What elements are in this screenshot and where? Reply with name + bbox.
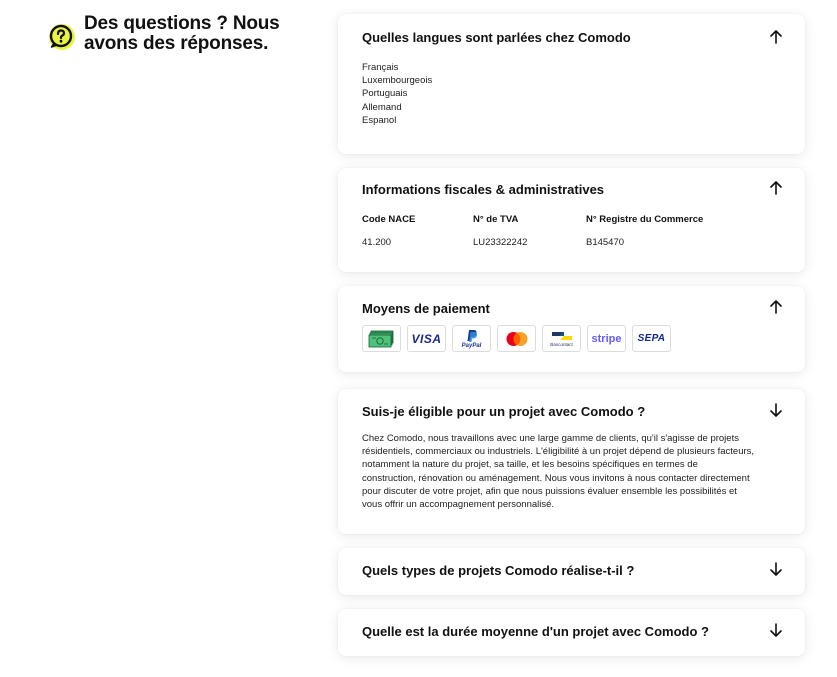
faq-item-payment: Moyens de paiement VISA PayPal Bancontac… [338,286,805,372]
fiscal-label: N° de TVA [473,214,519,225]
faq-question-fiscal[interactable]: Informations fiscales & administratives [362,182,604,197]
faq-question-duration[interactable]: Quelle est la durée moyenne d'un projet … [362,624,709,639]
sepa-logo-text: SEPA [637,333,666,344]
arrow-down-icon[interactable] [769,622,783,638]
arrow-up-icon[interactable] [769,29,783,45]
fiscal-value: B145470 [586,237,625,248]
visa-logo: VISA [407,325,446,352]
list-item: Espanol [362,114,397,126]
mastercard-logo [497,325,536,352]
bancontact-logo-text: Bancontact [550,342,573,347]
answer-line: notamment la nature du projet, sa taille… [362,459,698,471]
fiscal-label: Code NACE [362,214,416,225]
answer-line: Chez Comodo, nous travaillons avec une l… [362,433,739,444]
list-item: Luxembourgeois [362,75,433,87]
list-item: Français [362,62,399,73]
sepa-logo: SEPA [632,325,671,352]
fiscal-label: N° Registre du Commerce [586,214,704,225]
fiscal-value: LU23322242 [473,237,528,248]
stripe-logo: stripe [587,325,626,352]
list-item: Allemand [362,101,402,113]
faq-question-payment[interactable]: Moyens de paiement [362,301,490,316]
faq-item-duration[interactable]: Quelle est la durée moyenne d'un projet … [338,609,805,656]
faq-item-types[interactable]: Quels types de projets Comodo réalise-t-… [338,548,805,595]
arrow-down-icon[interactable] [769,561,783,577]
answer-line: construction, rénovation ou aménagement.… [362,472,750,484]
paypal-logo: PayPal [452,325,491,352]
answer-line: vous offrir un accompagnement personnali… [362,499,555,511]
bancontact-logo: Bancontact [542,325,581,352]
page-title-line-2: avons des réponses. [84,33,269,54]
faq-question-languages[interactable]: Quelles langues sont parlées chez Comodo [362,30,631,45]
page-title-line-1: Des questions ? Nous [84,13,280,34]
faq-item-eligible: Suis-je éligible pour un projet avec Com… [338,389,805,534]
arrow-up-icon[interactable] [769,299,783,315]
paypal-logo-text: PayPal [461,342,482,349]
fiscal-tva: N° de TVA LU23322242 [473,214,527,248]
faq-item-fiscal: Informations fiscales & administratives … [338,168,805,272]
question-bubble-icon [46,22,76,52]
faq-question-eligible[interactable]: Suis-je éligible pour un projet avec Com… [362,404,645,419]
faq-question-types[interactable]: Quels types de projets Comodo réalise-t-… [362,563,634,578]
arrow-down-icon[interactable] [769,402,783,418]
answer-line: pour discuter de votre projet, afin que … [362,485,737,497]
fiscal-rcs: N° Registre du Commerce B145470 [586,214,703,248]
fiscal-value: 41.200 [362,237,392,248]
arrow-up-icon[interactable] [769,180,783,196]
answer-line: résidentiels, commerciaux ou industriels… [362,446,755,458]
languages-list: Français Luxembourgeois Portuguais Allem… [362,61,432,127]
faq-item-languages: Quelles langues sont parlées chez Comodo… [338,14,805,154]
stripe-logo-text: stripe [591,332,622,345]
cash-icon [362,325,401,352]
payment-methods: VISA PayPal Bancontact stripe SEPA [362,325,671,352]
visa-logo-text: VISA [411,331,442,346]
list-item: Portuguais [362,88,408,100]
fiscal-nace: Code NACE 41.200 [362,214,415,248]
page-title: Des questions ? Nous avons des réponses. [84,14,314,54]
faq-answer-eligible: Chez Comodo, nous travaillons avec une l… [362,432,787,511]
